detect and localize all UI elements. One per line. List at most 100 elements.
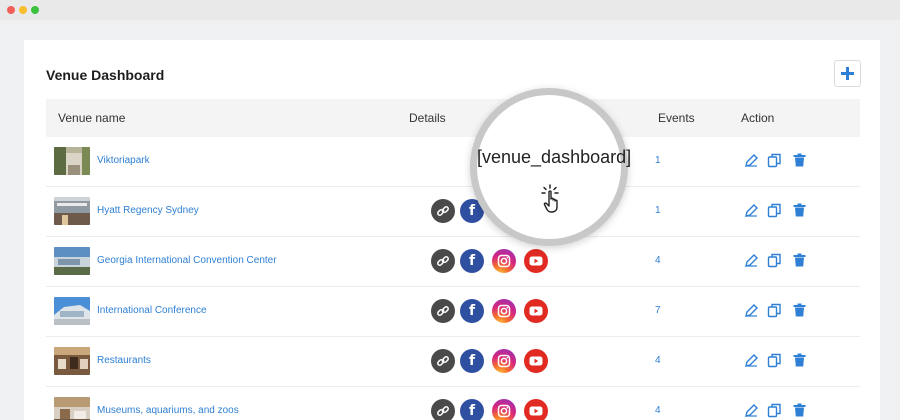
youtube-button[interactable] <box>524 349 548 373</box>
instagram-button[interactable] <box>492 399 516 420</box>
events-count-link[interactable]: 7 <box>655 305 661 316</box>
delete-button[interactable] <box>791 402 807 418</box>
trash-icon <box>793 353 805 367</box>
copy-icon <box>767 403 781 417</box>
delete-button[interactable] <box>791 252 807 268</box>
copy-button[interactable] <box>766 152 782 168</box>
pencil-icon <box>744 253 758 267</box>
events-count-link[interactable]: 4 <box>655 405 661 416</box>
website-link-button[interactable] <box>431 249 455 273</box>
venue-dashboard-card: Venue Dashboard Venue name Details Event… <box>24 40 880 420</box>
close-window-button[interactable] <box>7 6 15 14</box>
page-title: Venue Dashboard <box>46 67 165 83</box>
website-link-button[interactable] <box>431 299 455 323</box>
link-icon <box>437 256 449 266</box>
copy-button[interactable] <box>766 402 782 418</box>
table-row: Museums, aquariums, and zoos f 4 <box>46 387 860 420</box>
instagram-button[interactable] <box>492 249 516 273</box>
window-titlebar <box>0 0 900 20</box>
link-icon <box>437 406 449 416</box>
facebook-icon: f <box>468 303 476 319</box>
facebook-icon: f <box>468 203 476 219</box>
youtube-button[interactable] <box>524 249 548 273</box>
link-icon <box>437 206 449 216</box>
venue-name-link[interactable]: International Conference <box>97 305 207 316</box>
venue-name-link[interactable]: Museums, aquariums, and zoos <box>97 405 239 416</box>
copy-button[interactable] <box>766 352 782 368</box>
events-count-link[interactable]: 4 <box>655 255 661 266</box>
table-row: Viktoriapark 1 <box>46 137 860 187</box>
copy-icon <box>767 253 781 267</box>
facebook-icon: f <box>468 353 476 369</box>
edit-button[interactable] <box>743 302 759 318</box>
youtube-icon <box>529 406 543 416</box>
pencil-icon <box>744 153 758 167</box>
delete-button[interactable] <box>791 202 807 218</box>
column-header-action: Action <box>741 111 775 125</box>
pointer-click-icon <box>541 184 559 213</box>
venue-thumbnail <box>54 397 90 420</box>
website-link-button[interactable] <box>431 349 455 373</box>
facebook-icon: f <box>468 403 476 419</box>
facebook-button[interactable]: f <box>460 399 484 420</box>
events-count-link[interactable]: 1 <box>655 205 661 216</box>
add-venue-button[interactable] <box>834 60 861 87</box>
facebook-icon: f <box>468 253 476 269</box>
events-count-link[interactable]: 1 <box>655 155 661 166</box>
delete-button[interactable] <box>791 152 807 168</box>
maximize-window-button[interactable] <box>31 6 39 14</box>
copy-button[interactable] <box>766 302 782 318</box>
edit-button[interactable] <box>743 152 759 168</box>
column-header-events: Events <box>658 111 695 125</box>
table-row: Georgia International Convention Center … <box>46 237 860 287</box>
delete-button[interactable] <box>791 302 807 318</box>
copy-button[interactable] <box>766 202 782 218</box>
pencil-icon <box>744 403 758 417</box>
table-row: Restaurants f 4 <box>46 337 860 387</box>
edit-button[interactable] <box>743 252 759 268</box>
shortcode-label: [venue_dashboard] <box>477 147 632 167</box>
column-header-details: Details <box>409 111 446 125</box>
youtube-icon <box>529 256 543 266</box>
venue-thumbnail <box>54 247 90 275</box>
facebook-button[interactable]: f <box>460 249 484 273</box>
youtube-button[interactable] <box>524 399 548 420</box>
website-link-button[interactable] <box>431 199 455 223</box>
copy-icon <box>767 303 781 317</box>
instagram-button[interactable] <box>492 299 516 323</box>
table-header: Venue name Details Events Action <box>46 99 860 137</box>
edit-button[interactable] <box>743 352 759 368</box>
trash-icon <box>793 403 805 417</box>
minimize-window-button[interactable] <box>19 6 27 14</box>
youtube-button[interactable] <box>524 299 548 323</box>
plus-icon <box>841 67 854 80</box>
trash-icon <box>793 303 805 317</box>
venue-name-link[interactable]: Georgia International Convention Center <box>97 255 277 266</box>
instagram-icon <box>497 254 511 268</box>
delete-button[interactable] <box>791 352 807 368</box>
trash-icon <box>793 253 805 267</box>
venue-thumbnail <box>54 197 90 225</box>
copy-icon <box>767 153 781 167</box>
facebook-button[interactable]: f <box>460 299 484 323</box>
venue-name-link[interactable]: Restaurants <box>97 355 151 366</box>
venue-thumbnail <box>54 147 90 175</box>
instagram-icon <box>497 354 511 368</box>
table-row: International Conference f 7 <box>46 287 860 337</box>
venue-name-link[interactable]: Viktoriapark <box>97 155 150 166</box>
venue-thumbnail <box>54 347 90 375</box>
events-count-link[interactable]: 4 <box>655 355 661 366</box>
instagram-icon <box>497 404 511 418</box>
edit-button[interactable] <box>743 202 759 218</box>
venue-name-link[interactable]: Hyatt Regency Sydney <box>97 205 199 216</box>
facebook-button[interactable]: f <box>460 349 484 373</box>
instagram-icon <box>497 304 511 318</box>
edit-button[interactable] <box>743 402 759 418</box>
website-link-button[interactable] <box>431 399 455 420</box>
pencil-icon <box>744 353 758 367</box>
venue-thumbnail <box>54 297 90 325</box>
copy-button[interactable] <box>766 252 782 268</box>
youtube-icon <box>529 306 543 316</box>
instagram-button[interactable] <box>492 349 516 373</box>
pencil-icon <box>744 303 758 317</box>
